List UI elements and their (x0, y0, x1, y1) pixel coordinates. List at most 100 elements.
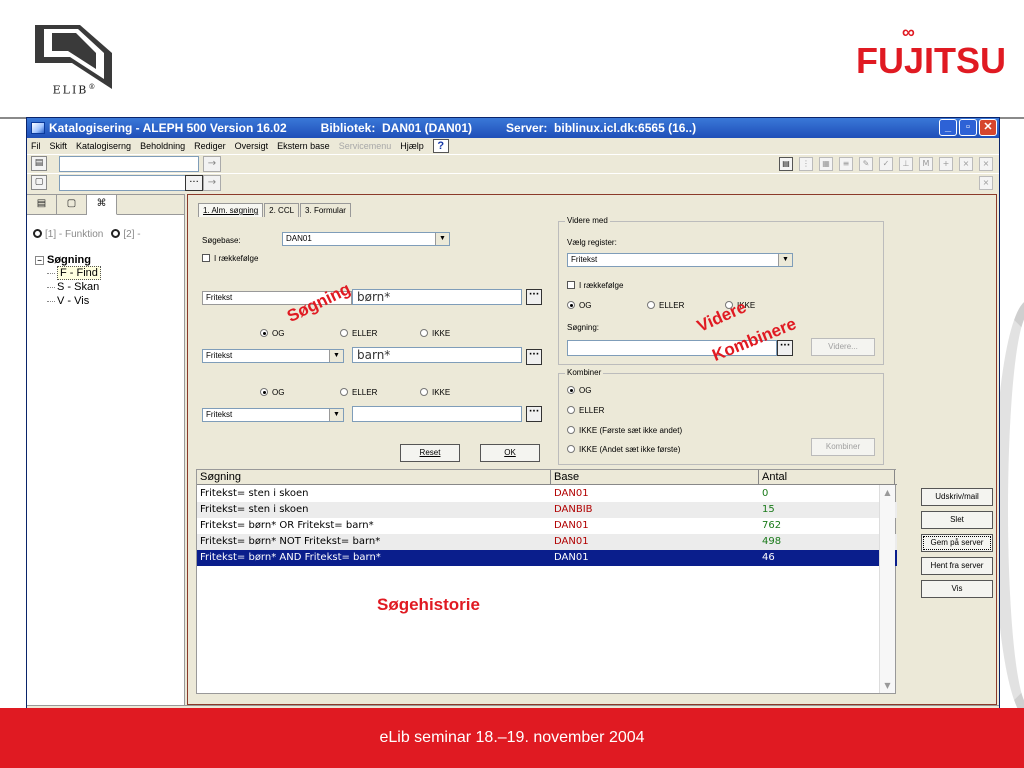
table-row[interactable]: Fritekst= børn* OR Fritekst= barn* DAN01… (197, 518, 897, 534)
tree-item-find[interactable]: F - Find (35, 266, 184, 280)
kombiner-ikke-2[interactable]: IKKE (Andet sæt ikke første) (567, 445, 680, 454)
tab-binoculars-icon[interactable]: ⌘ (87, 195, 117, 215)
raekkefolge-checkbox[interactable]: I rækkefølge (202, 254, 258, 263)
reset-button[interactable]: Reset (400, 444, 460, 462)
videre-sogning-label: Søgning: (567, 323, 600, 332)
col-base[interactable]: Base (551, 470, 759, 485)
slet-button[interactable]: Slet (921, 511, 993, 529)
sogebase-select[interactable]: DAN01 ▼ (282, 232, 450, 246)
collapse-icon: − (35, 256, 44, 265)
menu-katalogisering[interactable]: Katalogiserng (76, 141, 131, 151)
kombiner-button[interactable]: Kombiner (811, 438, 875, 456)
radio-2[interactable]: [2] - (111, 229, 141, 240)
tab-formular[interactable]: 3. Formular (300, 203, 351, 217)
browse-dots-icon[interactable]: ··· (185, 175, 203, 191)
record-icon[interactable]: ▤ (31, 156, 47, 171)
tree-icon[interactable]: ⋮ (799, 157, 813, 171)
window-icon[interactable]: ▢ (31, 175, 47, 190)
op1-eller[interactable]: ELLER (340, 329, 377, 338)
help-icon[interactable]: ? (432, 139, 449, 153)
ok-button[interactable]: OK (480, 444, 540, 462)
browse-button-3[interactable]: ··· (526, 406, 542, 422)
vis-button[interactable]: Vis (921, 580, 993, 598)
search-term-3[interactable] (352, 406, 522, 422)
close-pane-icon[interactable]: × (979, 176, 993, 190)
maximize-button[interactable]: ▫ (959, 119, 977, 136)
list-icon[interactable]: ≡ (839, 157, 853, 171)
browse-button-2[interactable]: ··· (526, 349, 542, 365)
register-select[interactable]: Fritekst ▼ (567, 253, 793, 267)
menu-rediger[interactable]: Rediger (194, 141, 226, 151)
col-antal[interactable]: Antal (759, 470, 895, 485)
menu-ekstern-base[interactable]: Ekstern base (277, 141, 330, 151)
elib-logo-text: ELIB® (52, 83, 98, 97)
videre-button[interactable]: Videre... (811, 338, 875, 356)
field-select-2[interactable]: Fritekst ▼ (202, 349, 344, 363)
table-row[interactable]: Fritekst= sten i skoen DANBIB 15 (197, 502, 897, 518)
table-row-selected[interactable]: Fritekst= børn* AND Fritekst= barn* DAN0… (197, 550, 897, 566)
history-scrollbar[interactable]: ▲ ▼ (879, 485, 895, 693)
tree-item-skan[interactable]: S - Skan (35, 280, 184, 294)
menu-skift[interactable]: Skift (50, 141, 68, 151)
tab-window-icon[interactable]: ▢ (57, 195, 87, 215)
split-icon[interactable]: ⊥ (899, 157, 913, 171)
gem-pa-server-button[interactable]: Gem på server (921, 534, 993, 552)
catalog-icon[interactable]: ▤ (779, 157, 793, 171)
sogebase-label: Søgebase: (202, 236, 241, 245)
menu-beholdning[interactable]: Beholdning (140, 141, 185, 151)
go-arrow-icon-2[interactable]: → (203, 175, 221, 191)
m-icon[interactable]: M (919, 157, 933, 171)
close-small-icon[interactable]: × (979, 157, 993, 171)
scroll-down-icon[interactable]: ▼ (882, 680, 893, 691)
col-sogning[interactable]: Søgning (197, 470, 551, 485)
tab-catalog-icon[interactable]: ▤ (27, 195, 57, 215)
close-button[interactable]: ✕ (979, 119, 997, 136)
kombiner-ikke-1[interactable]: IKKE (Første sæt ikke andet) (567, 426, 682, 435)
op1-og[interactable]: OG (260, 329, 284, 338)
grid-icon[interactable]: ▦ (819, 157, 833, 171)
command-input-1[interactable] (59, 156, 199, 172)
app-icon (31, 122, 45, 134)
command-input-2[interactable] (59, 175, 199, 191)
field-select-3[interactable]: Fritekst ▼ (202, 408, 344, 422)
edit-icon[interactable]: ✎ (859, 157, 873, 171)
tree-root-sogning[interactable]: − Søgning (35, 254, 184, 266)
search-term-2[interactable]: barn* (352, 347, 522, 363)
menu-fil[interactable]: Fil (31, 141, 41, 151)
tree-item-vis[interactable]: V - Vis (35, 294, 184, 308)
op2-ikke[interactable]: IKKE (420, 388, 450, 397)
scroll-up-icon[interactable]: ▲ (882, 487, 893, 498)
table-row[interactable]: Fritekst= sten i skoen DAN01 0 (197, 486, 897, 502)
search-term-1[interactable]: børn* (352, 289, 522, 305)
fujitsu-logo: ∞ FUJITSU (855, 22, 1006, 81)
toolbar-row-2: ▢ ··· → × (27, 173, 999, 192)
kombiner-og[interactable]: OG (567, 386, 591, 395)
footer-text: eLib seminar 18.–19. november 2004 (379, 729, 645, 746)
videre-eller[interactable]: ELLER (647, 301, 684, 310)
op2-eller[interactable]: ELLER (340, 388, 377, 397)
op2-og[interactable]: OG (260, 388, 284, 397)
videre-og[interactable]: OG (567, 301, 591, 310)
menu-hjaelp[interactable]: Hjælp (400, 141, 424, 151)
kombiner-eller[interactable]: ELLER (567, 406, 604, 415)
go-arrow-icon[interactable]: → (203, 156, 221, 172)
toolbar-row-1: ▤ → ▤ ⋮ ▦ ≡ ✎ ✓ ⊥ M + × × (27, 154, 999, 173)
browse-button-1[interactable]: ··· (526, 289, 542, 305)
tab-alm-sogning[interactable]: 1. Alm. søgning (198, 203, 264, 217)
table-row[interactable]: Fritekst= børn* NOT Fritekst= barn* DAN0… (197, 534, 897, 550)
search-panel: 1. Alm. søgning 2. CCL 3. Formular Søgeb… (187, 194, 997, 705)
minimize-button[interactable]: _ (939, 119, 957, 136)
menu-oversigt[interactable]: Oversigt (235, 141, 269, 151)
window-titlebar[interactable]: Katalogisering - ALEPH 500 Version 16.02… (27, 118, 999, 138)
op1-ikke[interactable]: IKKE (420, 329, 450, 338)
check-icon[interactable]: ✓ (879, 157, 893, 171)
hent-fra-server-button[interactable]: Hent fra server (921, 557, 993, 575)
x-icon[interactable]: × (959, 157, 973, 171)
radio-funktion[interactable]: [1] - Funktion (33, 229, 103, 240)
videre-browse-button[interactable]: ··· (777, 340, 793, 356)
menu-servicemenu[interactable]: Servicemenu (339, 141, 392, 151)
udskriv-mail-button[interactable]: Udskriv/mail (921, 488, 993, 506)
tab-ccl[interactable]: 2. CCL (264, 203, 300, 217)
plus-icon[interactable]: + (939, 157, 953, 171)
videre-raekkefolge-checkbox[interactable]: I rækkefølge (567, 281, 623, 290)
